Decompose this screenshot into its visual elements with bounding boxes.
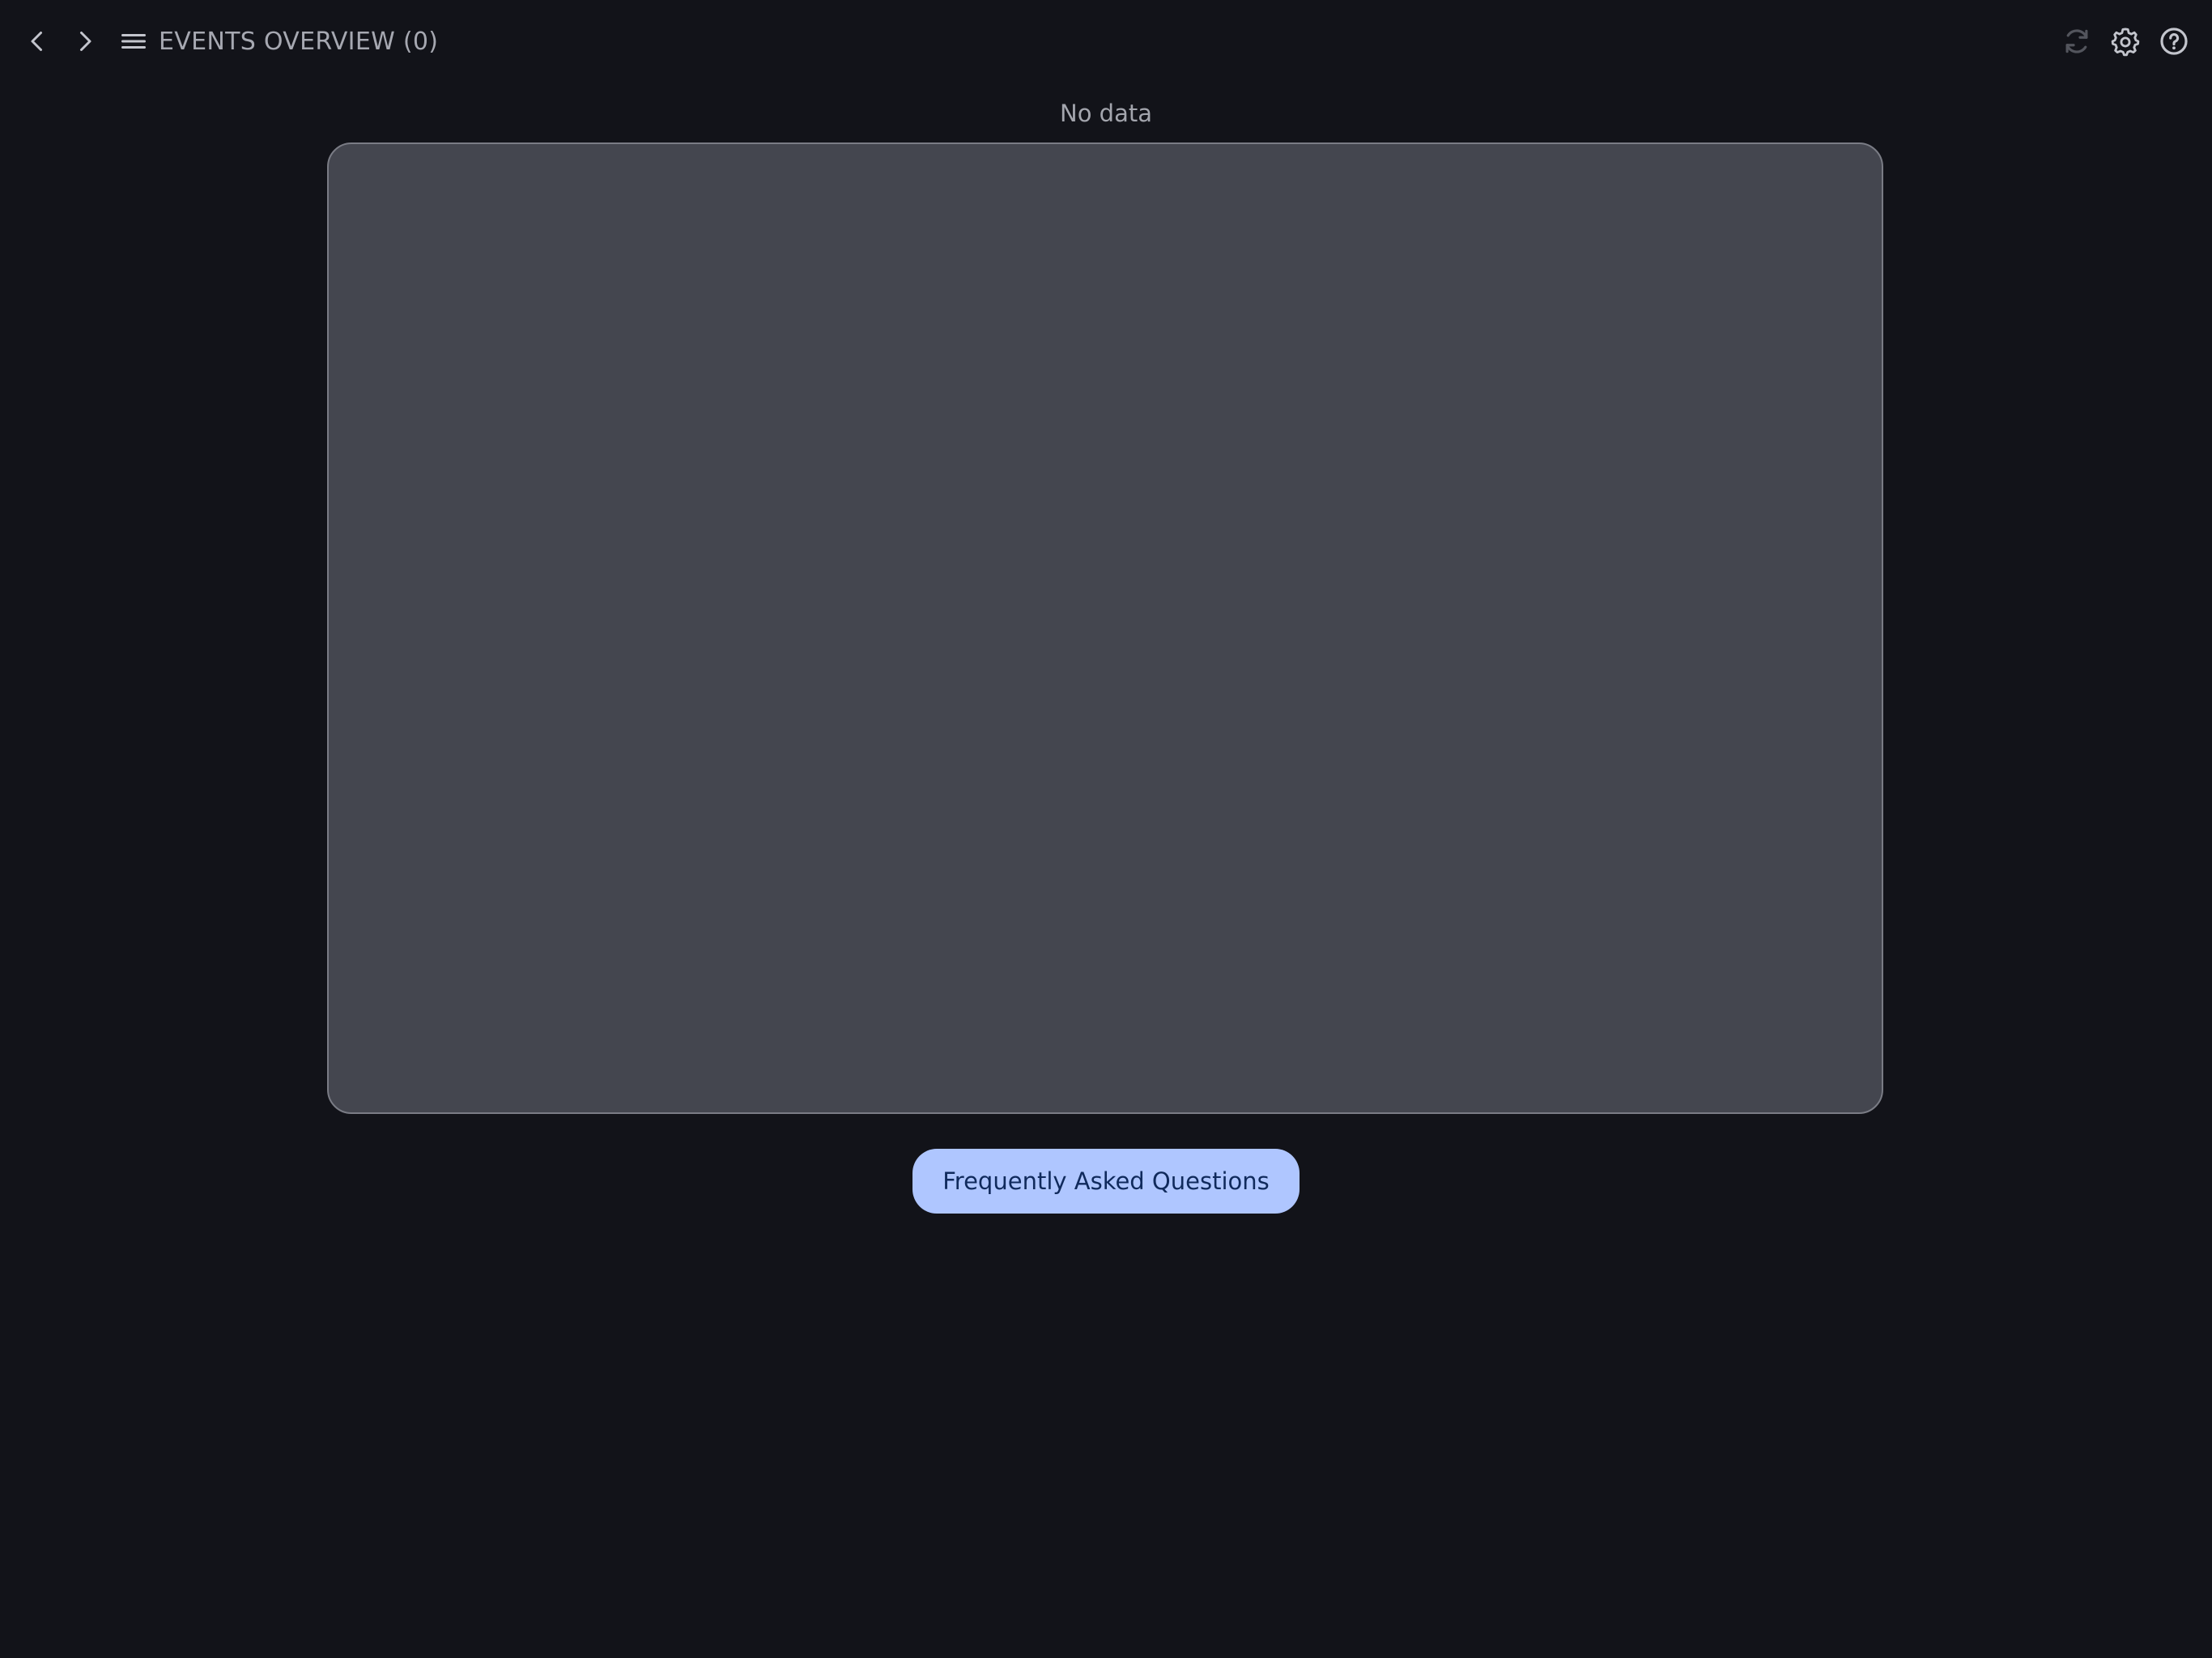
help-circle-icon — [2160, 28, 2188, 55]
menu-icon — [121, 34, 146, 49]
settings-button[interactable] — [2101, 17, 2150, 66]
page-title: EVENTS OVERVIEW (0) — [159, 28, 439, 56]
back-button[interactable] — [13, 17, 62, 66]
faq-button[interactable]: Frequently Asked Questions — [912, 1149, 1300, 1214]
no-data-message: No data — [1060, 100, 1152, 127]
forward-button[interactable] — [61, 17, 109, 66]
gear-icon — [2111, 28, 2140, 57]
chevron-right-icon — [80, 32, 91, 51]
top-app-bar: EVENTS OVERVIEW (0) — [0, 0, 2212, 84]
chevron-left-icon — [31, 32, 42, 51]
help-button[interactable] — [2150, 17, 2198, 66]
events-content-panel — [327, 142, 1883, 1114]
menu-button[interactable] — [109, 17, 158, 66]
refresh-icon — [2065, 29, 2088, 53]
refresh-button[interactable] — [2052, 17, 2101, 66]
